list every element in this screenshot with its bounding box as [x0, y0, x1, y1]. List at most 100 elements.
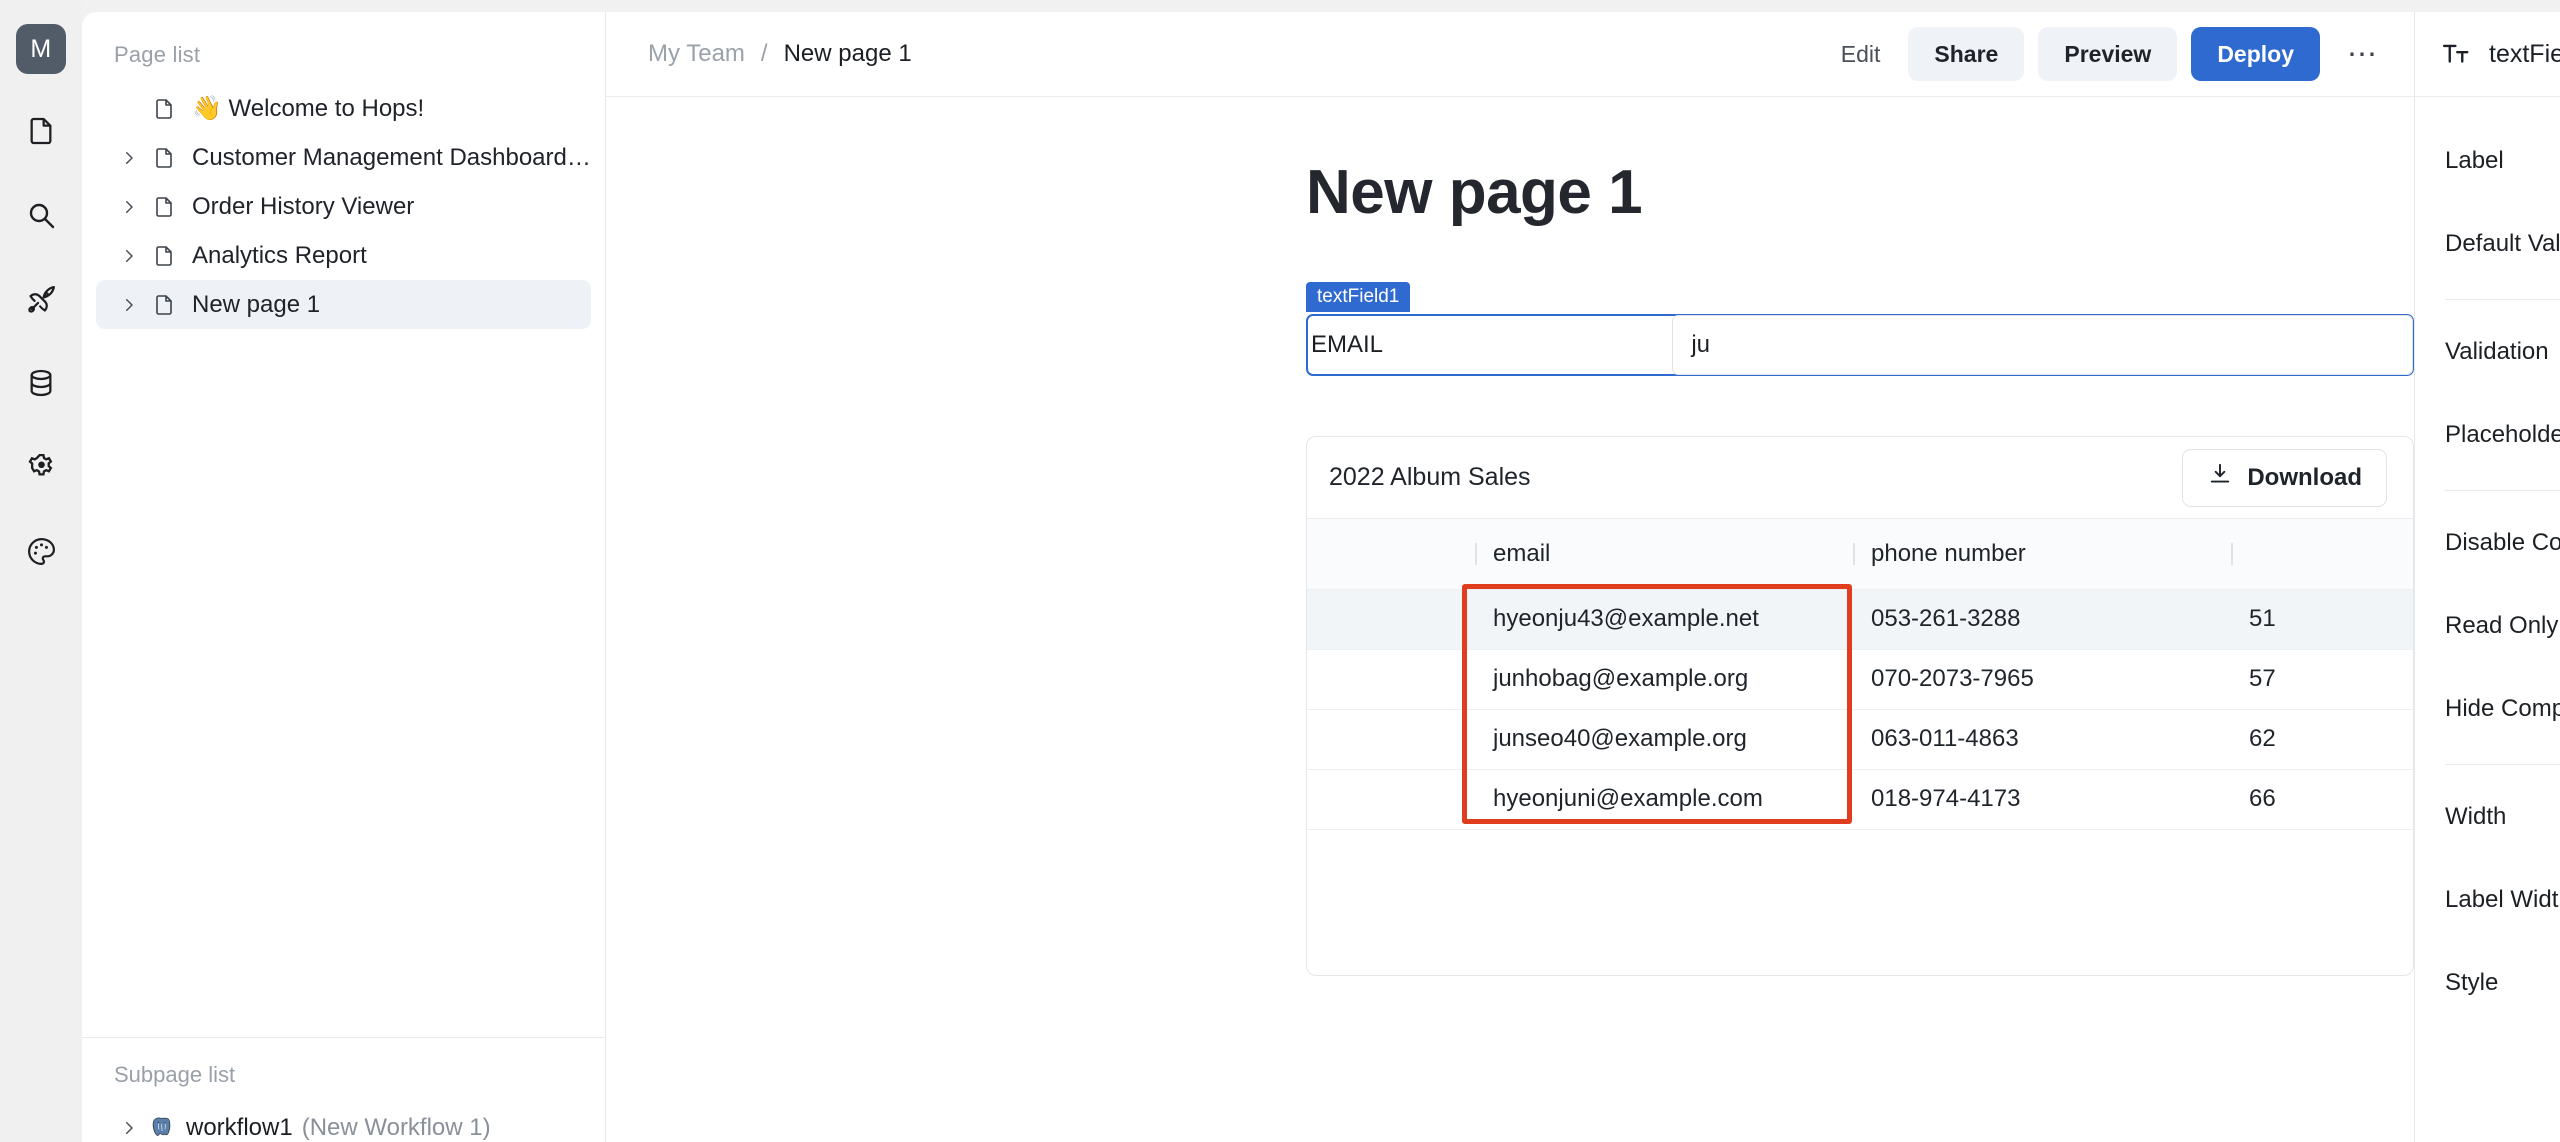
cell-number[interactable]: 62	[2231, 709, 2413, 770]
chevron-right-icon[interactable]	[114, 247, 144, 265]
chevron-right-icon[interactable]	[114, 1119, 144, 1137]
page-list-item-label: Order History Viewer	[192, 192, 415, 220]
property-row-style: Style outlined	[2445, 941, 2560, 1024]
table-row[interactable]: hyeonju43@example.net 053-261-3288 51	[1307, 589, 2413, 650]
properties-component-name: textField1	[2489, 39, 2560, 68]
page-title: New page 1	[1306, 158, 1643, 227]
cell-email[interactable]: hyeonju43@example.net	[1475, 589, 1853, 650]
breadcrumb-current-page[interactable]: New page 1	[784, 40, 912, 68]
table-head: email phone number	[1307, 519, 2413, 590]
search-icon[interactable]	[14, 188, 68, 242]
cell-email[interactable]: hyeonjuni@example.com	[1475, 769, 1853, 830]
cell-phone[interactable]: 063-011-4863	[1853, 709, 2231, 770]
preview-button[interactable]: Preview	[2038, 27, 2178, 81]
page-list-title: Page list	[114, 42, 201, 67]
page-list-item-order-history-viewer[interactable]: Order History Viewer	[96, 182, 591, 231]
table-col-header-blank-1[interactable]	[1307, 519, 1475, 590]
table-card-title: 2022 Album Sales	[1329, 463, 1531, 491]
database-icon[interactable]	[14, 356, 68, 410]
page-list-item-analytics-report[interactable]: Analytics Report	[96, 231, 591, 280]
table-row[interactable]: junhobag@example.org 070-2073-7965 57	[1307, 649, 2413, 710]
subpage-sub-text: (New Workflow 1)	[301, 1114, 491, 1141]
cell-number[interactable]: 57	[2231, 649, 2413, 710]
property-row-width: Width Fixed Width Block	[2445, 775, 2560, 858]
property-label: Width	[2445, 802, 2507, 830]
breadcrumb-separator: /	[760, 40, 768, 67]
table-row[interactable]: junseo40@example.org 063-011-4863 62	[1307, 709, 2413, 770]
cell-phone[interactable]: 053-261-3288	[1853, 589, 2231, 650]
col-divider	[2231, 542, 2233, 565]
subpage-item-workflow1[interactable]: workflow1 (New Workflow 1)	[96, 1102, 591, 1142]
cell-email[interactable]: junseo40@example.org	[1475, 709, 1853, 770]
page-list-item-label: 👋 Welcome to Hops!	[192, 95, 425, 122]
table-body: hyeonju43@example.net 053-261-3288 51 ju…	[1307, 589, 2413, 830]
rocket-icon[interactable]	[14, 272, 68, 326]
property-label: Placeholder	[2445, 420, 2560, 448]
col-header-label: email	[1493, 539, 1551, 567]
textfield-input[interactable]: ju	[1672, 315, 2413, 375]
properties-divider-3	[2445, 764, 2560, 765]
download-button-label: Download	[2247, 463, 2362, 491]
textfield-outline[interactable]: EMAIL ju	[1306, 314, 2414, 376]
textfield-label: EMAIL	[1311, 331, 1384, 358]
cell-email[interactable]: junhobag@example.org	[1475, 649, 1853, 710]
breadcrumb-team[interactable]: My Team	[648, 40, 745, 68]
document-icon	[144, 244, 184, 268]
editor-area: My Team / New page 1 Edit Share Preview …	[605, 12, 2414, 1142]
property-label: Label	[2445, 146, 2504, 174]
property-label: Validation	[2445, 337, 2549, 365]
property-row-default-value: Default Value Enter template	[2445, 202, 2560, 285]
palette-icon[interactable]	[14, 524, 68, 578]
properties-divider-2	[2445, 490, 2560, 491]
top-bar-actions: Edit Share Preview Deploy ⋯	[1827, 27, 2386, 81]
table-col-header-email[interactable]: email	[1475, 519, 1853, 590]
table-card: 2022 Album Sales Download email phone nu…	[1306, 436, 2414, 976]
cell-phone[interactable]: 018-974-4173	[1853, 769, 2231, 830]
edit-button[interactable]: Edit	[1827, 41, 1895, 68]
subpage-list-title: Subpage list	[114, 1062, 236, 1087]
more-options-icon[interactable]: ⋯	[2340, 31, 2386, 77]
property-row-label: Label EMAIL	[2445, 119, 2560, 202]
page-list-item-customer-management-dashboard[interactable]: Customer Management Dashboard -...	[96, 133, 591, 182]
download-button[interactable]: Download	[2182, 448, 2387, 507]
page-list-item-welcome[interactable]: 👋 Welcome to Hops!	[96, 84, 591, 133]
canvas-inner: New page 1 textField1 EMAIL ju 2022 Albu…	[606, 157, 2414, 976]
chevron-right-icon[interactable]	[114, 296, 144, 314]
table-row[interactable]: hyeonjuni@example.com 018-974-4173 66	[1307, 769, 2413, 830]
chevron-right-icon[interactable]	[114, 198, 144, 216]
row-index-cell	[1307, 769, 1475, 830]
gear-icon[interactable]	[14, 440, 68, 494]
col-header-label: phone number	[1871, 539, 2026, 567]
properties-divider-1	[2445, 299, 2560, 300]
properties-panel: textField1 ⋯ Label EMAIL Default Value E…	[2414, 12, 2560, 1142]
download-icon	[2207, 461, 2233, 494]
row-index-cell	[1307, 649, 1475, 710]
top-bar: My Team / New page 1 Edit Share Preview …	[606, 12, 2414, 97]
document-icon	[144, 97, 184, 121]
subpage-name-text: workflow1	[186, 1114, 293, 1141]
col-divider	[1853, 542, 1855, 565]
page-list-panel: Page list 👋 Welcome to Hops! Customer Ma…	[82, 12, 605, 1142]
workspace-logo[interactable]: M	[16, 24, 66, 74]
property-label: Disable Component	[2445, 528, 2560, 556]
property-row-hide-component: Hide Component false	[2445, 667, 2560, 750]
table-col-header-phone-number[interactable]: phone number	[1853, 519, 2231, 590]
table-col-header-blank-2[interactable]	[2231, 519, 2413, 590]
page-canvas: New page 1 textField1 EMAIL ju 2022 Albu…	[606, 97, 2414, 1142]
page-list-item-label: Analytics Report	[192, 241, 367, 269]
cell-phone[interactable]: 070-2073-7965	[1853, 649, 2231, 710]
property-row-label-width: Label Width 33 %	[2445, 858, 2560, 941]
page-list-item-new-page-1[interactable]: New page 1	[96, 280, 591, 329]
property-row-placeholder: Placeholder Enter placeholder	[2445, 393, 2560, 476]
cell-number[interactable]: 66	[2231, 769, 2413, 830]
textfield-component[interactable]: textField1 EMAIL ju	[1306, 282, 2414, 376]
deploy-button[interactable]: Deploy	[2191, 27, 2320, 81]
share-button[interactable]: Share	[1908, 27, 2025, 81]
document-icon[interactable]	[14, 104, 68, 158]
chevron-right-icon[interactable]	[114, 149, 144, 167]
data-table: email phone number hyeonju43@example.net…	[1307, 519, 2413, 830]
page-list: 👋 Welcome to Hops! Customer Management D…	[82, 84, 605, 329]
property-row-validation: Validation Enter code	[2445, 310, 2560, 393]
cell-number[interactable]: 51	[2231, 589, 2413, 650]
postgresql-icon	[144, 1115, 178, 1142]
